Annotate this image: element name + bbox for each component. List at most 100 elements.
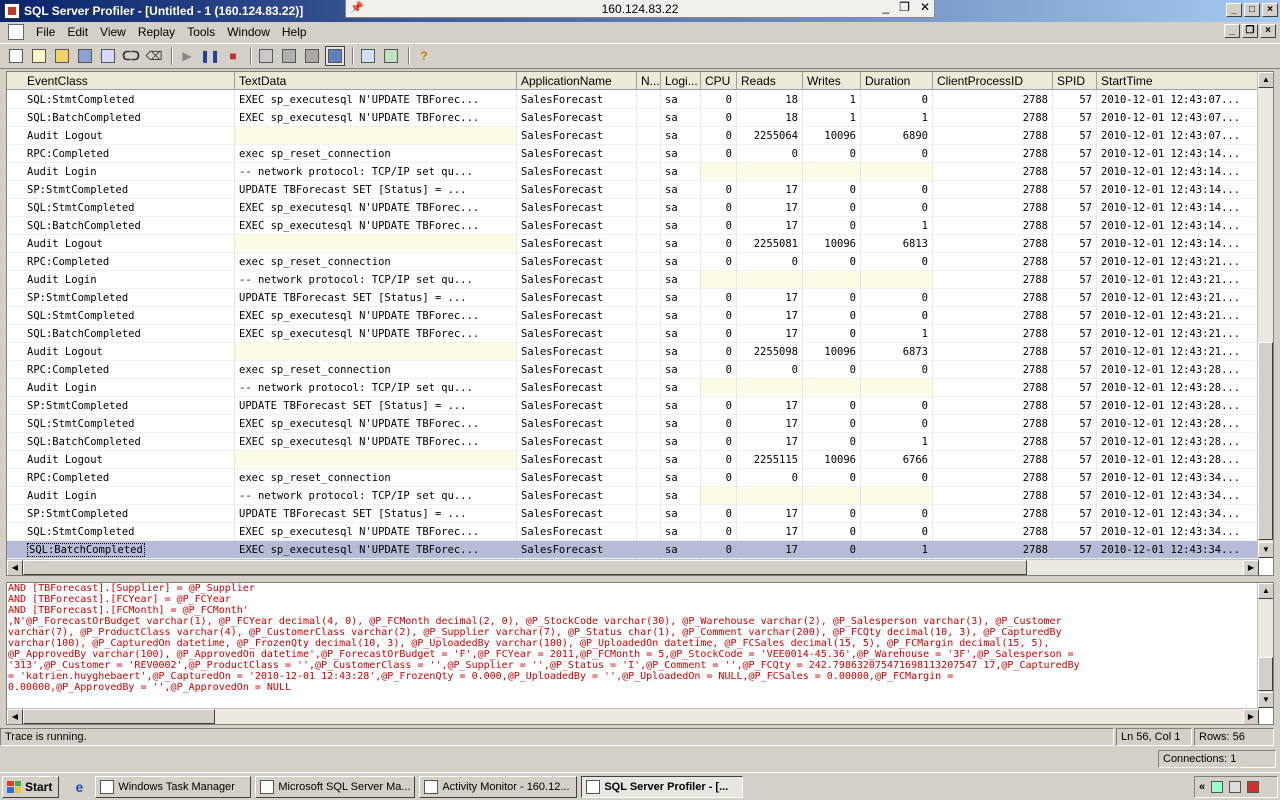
detail-scroll-left-button[interactable]: ◀ bbox=[7, 709, 23, 724]
column-header[interactable]: Reads bbox=[737, 72, 803, 90]
column-header[interactable]: EventClass bbox=[7, 72, 235, 90]
taskbar-button[interactable]: SQL Server Profiler - [... bbox=[581, 775, 744, 798]
table-row[interactable]: SP:StmtCompleted UPDATE TBForecast SET [S… bbox=[7, 397, 1259, 415]
menu-window[interactable]: Window bbox=[221, 25, 276, 39]
table-row[interactable]: SQL:StmtCompleted EXEC sp_executesql N'UP… bbox=[7, 199, 1259, 217]
textdata-detail-pane[interactable]: AND [TBForecast].[Supplier] = @P_Supplie… bbox=[6, 582, 1274, 725]
column-header[interactable]: StartTime bbox=[1097, 72, 1259, 90]
menu-edit[interactable]: Edit bbox=[61, 25, 94, 39]
menu-tools[interactable]: Tools bbox=[181, 25, 221, 39]
clear-window-button[interactable]: ⌫ bbox=[144, 46, 164, 66]
column-header[interactable]: N... bbox=[637, 72, 661, 90]
column-header[interactable]: Duration bbox=[861, 72, 933, 90]
detail-scroll-up-button[interactable]: ▲ bbox=[1258, 583, 1273, 599]
grid-horizontal-scrollbar[interactable]: ◀ ▶ bbox=[7, 559, 1259, 575]
internet-explorer-icon[interactable]: e bbox=[67, 776, 91, 798]
auto-scroll-button[interactable] bbox=[325, 46, 345, 66]
profiler-app-icon[interactable] bbox=[4, 3, 20, 19]
detail-scroll-down-button[interactable]: ▼ bbox=[1258, 692, 1273, 708]
column-header[interactable]: SPID bbox=[1053, 72, 1097, 90]
table-row[interactable]: SQL:StmtCompleted EXEC sp_executesql N'UP… bbox=[7, 91, 1259, 109]
table-row[interactable]: RPC:Completed exec sp_reset_connection Sal… bbox=[7, 253, 1259, 271]
menu-help[interactable]: Help bbox=[276, 25, 313, 39]
table-row[interactable]: Audit Logout SalesForecast sa 0 2255115 10096… bbox=[7, 451, 1259, 469]
find-button[interactable]: ᑕᑐ bbox=[121, 46, 141, 66]
grid-vscroll-thumb[interactable] bbox=[1258, 342, 1273, 540]
column-header[interactable]: Logi... bbox=[661, 72, 701, 90]
table-row[interactable]: RPC:Completed exec sp_reset_connection Sal… bbox=[7, 469, 1259, 487]
column-header[interactable]: ApplicationName bbox=[517, 72, 637, 90]
table-row[interactable]: RPC:Completed exec sp_reset_connection Sal… bbox=[7, 145, 1259, 163]
table-row[interactable]: SQL:BatchCompleted EXEC sp_executesql N'U… bbox=[7, 541, 1259, 559]
perfmon-button[interactable] bbox=[381, 46, 401, 66]
scroll-right-button[interactable]: ▶ bbox=[1243, 560, 1259, 575]
menu-view[interactable]: View bbox=[94, 25, 132, 39]
detail-horizontal-scrollbar[interactable]: ◀ ▶ bbox=[7, 708, 1259, 724]
column-header[interactable]: TextData bbox=[235, 72, 517, 90]
table-row[interactable]: RPC:Completed exec sp_reset_connection Sal… bbox=[7, 361, 1259, 379]
rdp-restore-icon[interactable]: ❐ bbox=[899, 0, 910, 14]
start-button[interactable]: Start bbox=[2, 775, 60, 798]
column-filter-button[interactable] bbox=[279, 46, 299, 66]
table-row[interactable]: Audit Login -- network protocol: TCP/IP s… bbox=[7, 271, 1259, 289]
scroll-left-button[interactable]: ◀ bbox=[7, 560, 23, 575]
table-row[interactable]: Audit Login -- network protocol: TCP/IP s… bbox=[7, 163, 1259, 181]
table-row[interactable]: SP:StmtCompleted UPDATE TBForecast SET [S… bbox=[7, 181, 1259, 199]
table-row[interactable]: SQL:StmtCompleted EXEC sp_executesql N'UP… bbox=[7, 307, 1259, 325]
rdp-minimize-icon[interactable]: _ bbox=[882, 0, 889, 14]
table-row[interactable]: SP:StmtCompleted UPDATE TBForecast SET [S… bbox=[7, 289, 1259, 307]
rdp-close-icon[interactable]: ✕ bbox=[920, 0, 930, 14]
table-row[interactable]: SQL:BatchCompleted EXEC sp_executesql N'U… bbox=[7, 217, 1259, 235]
grid-vertical-scrollbar[interactable]: ▲ ▼ bbox=[1257, 72, 1273, 558]
sound-icon[interactable] bbox=[1229, 781, 1242, 793]
table-row[interactable]: SQL:BatchCompleted EXEC sp_executesql N'U… bbox=[7, 109, 1259, 127]
mdi-close-button[interactable]: × bbox=[1260, 24, 1276, 38]
menu-replay[interactable]: Replay bbox=[132, 25, 181, 39]
tray-expand-icon[interactable]: « bbox=[1199, 781, 1205, 793]
open-button[interactable] bbox=[52, 46, 72, 66]
table-row[interactable]: Audit Login -- network protocol: TCP/IP s… bbox=[7, 379, 1259, 397]
close-button[interactable]: × bbox=[1262, 3, 1278, 17]
stop-trace-button[interactable]: ■ bbox=[223, 46, 243, 66]
new-trace-button[interactable] bbox=[6, 46, 26, 66]
mdi-minimize-button[interactable]: _ bbox=[1224, 24, 1240, 38]
table-row[interactable]: SP:StmtCompleted UPDATE TBForecast SET [S… bbox=[7, 505, 1259, 523]
table-row[interactable]: SQL:BatchCompleted EXEC sp_executesql N'U… bbox=[7, 433, 1259, 451]
properties-button[interactable] bbox=[98, 46, 118, 66]
table-row[interactable]: SQL:StmtCompleted EXEC sp_executesql N'UP… bbox=[7, 523, 1259, 541]
table-row[interactable]: Audit Login -- network protocol: TCP/IP s… bbox=[7, 487, 1259, 505]
column-header[interactable]: ClientProcessID bbox=[933, 72, 1053, 90]
table-row[interactable]: Audit Logout SalesForecast sa 0 2255064 10096… bbox=[7, 127, 1259, 145]
run-trace-button[interactable]: ▶ bbox=[177, 46, 197, 66]
detail-vscroll-thumb[interactable] bbox=[1258, 657, 1273, 691]
trace-grid[interactable]: EventClass TextData ApplicationName N... Log… bbox=[6, 71, 1274, 576]
table-row[interactable]: Audit Logout SalesForecast sa 0 2255098 10096… bbox=[7, 343, 1259, 361]
column-header[interactable]: CPU bbox=[701, 72, 737, 90]
table-row[interactable]: Audit Logout SalesForecast sa 0 2255081 10096… bbox=[7, 235, 1259, 253]
detail-hscroll-thumb[interactable] bbox=[23, 709, 215, 724]
security-icon[interactable] bbox=[1247, 781, 1260, 793]
taskbar-button[interactable]: Windows Task Manager bbox=[95, 775, 252, 798]
mdi-document-icon[interactable] bbox=[8, 24, 24, 40]
grid-hscroll-thumb[interactable] bbox=[23, 560, 1027, 575]
network-icon[interactable] bbox=[1211, 781, 1224, 793]
group-button[interactable] bbox=[302, 46, 322, 66]
mdi-restore-button[interactable]: ❐ bbox=[1242, 24, 1258, 38]
column-header[interactable]: Writes bbox=[803, 72, 861, 90]
detail-vertical-scrollbar[interactable]: ▲ ▼ bbox=[1257, 583, 1273, 708]
help-button[interactable]: ? bbox=[414, 46, 434, 66]
pin-icon[interactable]: 📌 bbox=[350, 1, 364, 14]
new-template-button[interactable] bbox=[29, 46, 49, 66]
pause-trace-button[interactable]: ❚❚ bbox=[200, 46, 220, 66]
scroll-down-button[interactable]: ▼ bbox=[1258, 542, 1273, 558]
database-tuning-button[interactable] bbox=[358, 46, 378, 66]
menu-file[interactable]: File bbox=[30, 25, 61, 39]
event-selection-button[interactable] bbox=[256, 46, 276, 66]
table-row[interactable]: SQL:StmtCompleted EXEC sp_executesql N'UP… bbox=[7, 415, 1259, 433]
taskbar-button[interactable]: Microsoft SQL Server Ma... bbox=[255, 775, 416, 798]
scroll-up-button[interactable]: ▲ bbox=[1258, 72, 1273, 88]
maximize-button[interactable]: □ bbox=[1244, 3, 1260, 17]
table-row[interactable]: SQL:BatchCompleted EXEC sp_executesql N'U… bbox=[7, 325, 1259, 343]
detail-scroll-right-button[interactable]: ▶ bbox=[1243, 709, 1259, 724]
taskbar-button[interactable]: Activity Monitor - 160.12... bbox=[419, 775, 578, 798]
